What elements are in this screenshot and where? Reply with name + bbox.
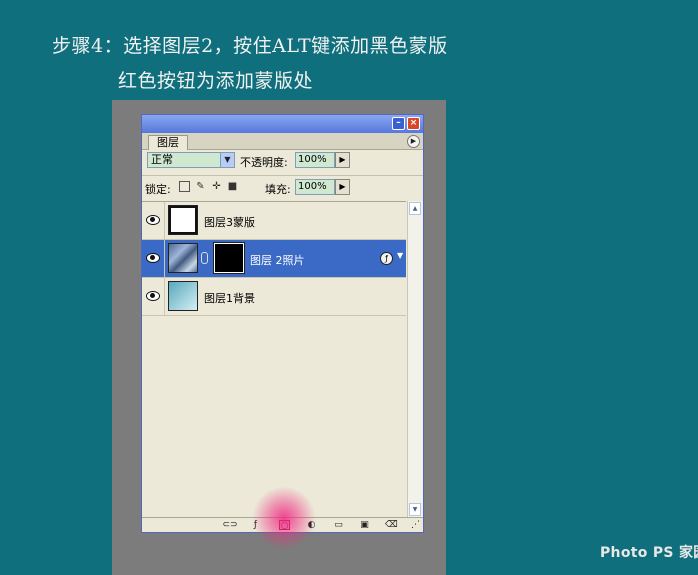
layer-row-selected[interactable]: 图层 2照片 ƒ ▼	[142, 240, 406, 278]
eye-icon[interactable]	[146, 253, 160, 263]
fx-icon[interactable]: ƒ	[250, 520, 261, 530]
instruction-line-1: 步骤4：选择图层2，按住ALT键添加黑色蒙版	[52, 35, 448, 57]
lock-fill-row: 锁定: ✎ ✛ ■ 填充: 100% ▶	[142, 175, 423, 198]
link-icon[interactable]: ⊂⊃	[222, 520, 238, 530]
instruction-line-2: 红色按钮为添加蒙版处	[118, 70, 314, 92]
blend-mode-select[interactable]: 正常 ▼	[147, 152, 235, 168]
fill-label: 填充:	[265, 183, 291, 196]
mask-thumbnail[interactable]	[214, 243, 244, 273]
layer-name: 图层3蒙版	[204, 216, 255, 229]
opacity-arrow-icon[interactable]: ▶	[335, 152, 350, 168]
visibility-cell[interactable]	[142, 240, 165, 277]
visibility-cell[interactable]	[142, 278, 165, 315]
layer-row[interactable]: 图层3蒙版	[142, 202, 406, 240]
fill-field[interactable]: 100%	[295, 179, 335, 195]
scroll-up-icon[interactable]: ▲	[409, 202, 421, 215]
adjustment-icon[interactable]: ◐	[306, 520, 317, 530]
new-layer-icon[interactable]: ▣	[359, 520, 370, 530]
panel-menu-icon[interactable]: ▶	[407, 135, 420, 148]
layer-thumbnail	[168, 243, 198, 273]
layers-bottom-toolbar: ⊂⊃ ƒ ○ ◐ ▭ ▣ ⌫ ⋰	[142, 517, 423, 532]
trash-icon[interactable]: ⌫	[385, 520, 398, 530]
layer-name: 图层1背景	[204, 292, 255, 305]
opacity-label: 不透明度:	[240, 156, 288, 169]
opacity-field[interactable]: 100%	[295, 152, 335, 168]
visibility-cell[interactable]	[142, 202, 165, 239]
close-icon[interactable]: ×	[407, 117, 420, 130]
folder-icon[interactable]: ▭	[333, 520, 344, 530]
layer-row[interactable]: 图层1背景	[142, 278, 406, 316]
add-mask-icon[interactable]: ○	[279, 520, 290, 531]
eye-icon[interactable]	[146, 291, 160, 301]
blend-opacity-row: 正常 ▼ 不透明度: 100% ▶	[142, 150, 423, 172]
scroll-down-icon[interactable]: ▼	[409, 503, 421, 516]
panel-titlebar[interactable]: – ×	[142, 115, 423, 133]
layers-list: 图层3蒙版 图层 2照片 ƒ ▼ 图层1背景	[142, 201, 406, 518]
layer-name: 图层 2照片	[250, 254, 305, 267]
lock-brush-icon[interactable]: ✎	[195, 181, 206, 192]
layers-scrollbar[interactable]: ▲ ▼	[407, 201, 423, 517]
tab-layers[interactable]: 图层	[148, 135, 188, 150]
chevron-down-icon[interactable]: ▼	[220, 153, 234, 167]
lock-transparency-icon[interactable]	[179, 181, 190, 192]
link-icon[interactable]	[201, 252, 208, 264]
lock-move-icon[interactable]: ✛	[211, 181, 222, 192]
layer-thumbnail	[168, 205, 198, 235]
resize-grip-icon[interactable]: ⋰	[410, 520, 421, 530]
lock-all-icon[interactable]: ■	[227, 181, 238, 192]
fill-arrow-icon[interactable]: ▶	[335, 179, 350, 195]
minimize-icon[interactable]: –	[392, 117, 405, 130]
lock-label: 锁定:	[145, 183, 171, 196]
layer-thumbnail	[168, 281, 198, 311]
layer-style-icon[interactable]: ƒ	[380, 252, 393, 265]
chevron-down-icon[interactable]: ▼	[397, 251, 403, 260]
watermark: Photo PS 家园	[600, 545, 698, 561]
blend-mode-value: 正常	[151, 153, 173, 166]
layers-panel-window: – × 图层 ▶ 正常 ▼ 不透明度: 100% ▶ 锁定: ✎ ✛ ■ 填充:…	[141, 114, 424, 533]
eye-icon[interactable]	[146, 215, 160, 225]
tab-row: 图层 ▶	[142, 133, 423, 150]
